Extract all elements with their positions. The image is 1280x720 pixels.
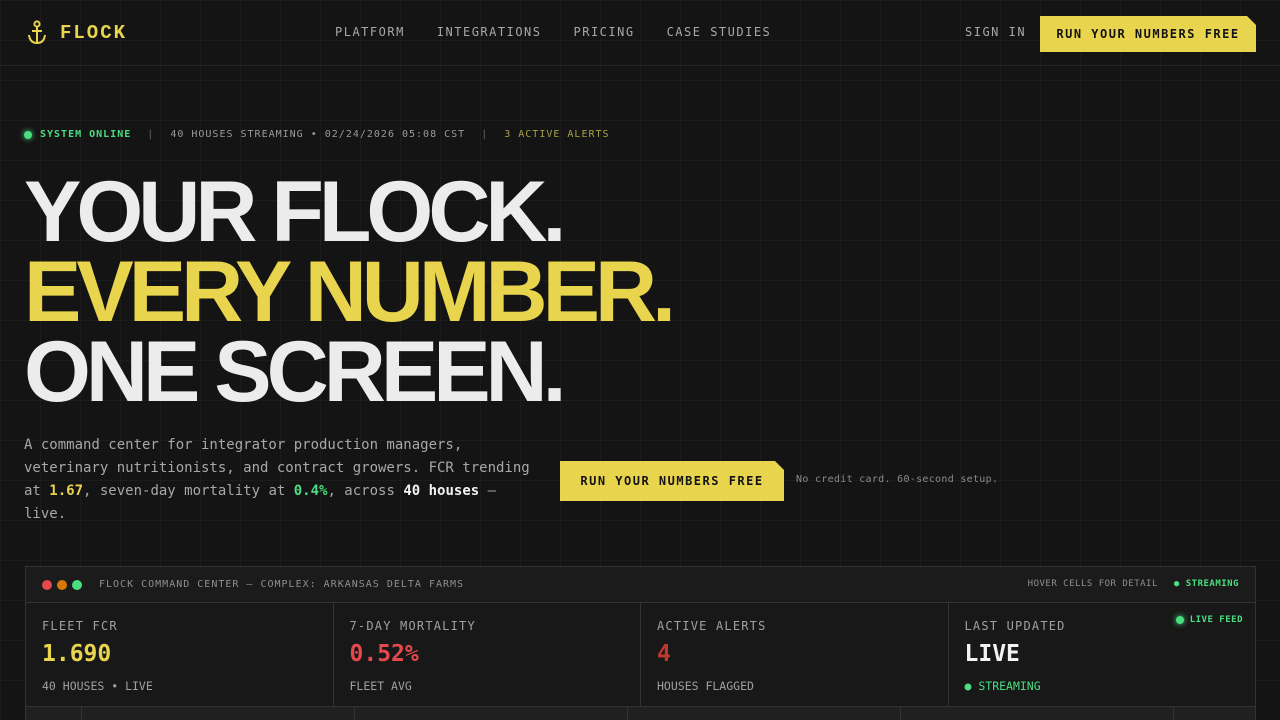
window-minimize-dot[interactable] (57, 579, 67, 590)
nav-cta-button[interactable]: RUN YOUR NUMBERS FREE (1040, 16, 1256, 52)
nav-links: PLATFORM INTEGRATIONS PRICING CASE STUDI… (335, 25, 771, 39)
stat-value: LIVE (964, 641, 1020, 667)
stat-value: 4 (657, 641, 671, 667)
stat-value: 0.52% (349, 641, 419, 667)
desc-text: , across (327, 483, 404, 499)
desc-text: , seven-day mortality at (83, 483, 294, 499)
hero-cta-button[interactable]: RUN YOUR NUMBERS FREE (560, 461, 784, 501)
status-alerts[interactable]: 3 ACTIVE ALERTS (504, 129, 609, 140)
grid-cell[interactable] (82, 707, 355, 720)
nav-link-integrations[interactable]: INTEGRATIONS (437, 25, 542, 39)
status-bar: SYSTEM ONLINE | 40 HOUSES STREAMING • 02… (24, 129, 610, 140)
panel-title: FLOCK COMMAND CENTER — COMPLEX: ARKANSAS… (99, 579, 465, 590)
stat-sub: HOUSES FLAGGED (657, 679, 754, 693)
stat-active-alerts[interactable]: ACTIVE ALERTS 4 HOUSES FLAGGED (641, 603, 949, 706)
cta-note: No credit card. 60-second setup. (796, 474, 999, 485)
stat-label: FLEET FCR (42, 619, 118, 633)
live-indicator (1175, 616, 1184, 624)
grid-cell[interactable] (901, 707, 1174, 720)
hero-line-1: YOUR FLOCK. (24, 164, 566, 260)
grid-cell[interactable] (1174, 707, 1255, 720)
command-center-panel: FLOCK COMMAND CENTER — COMPLEX: ARKANSAS… (25, 566, 1256, 720)
status-online: SYSTEM ONLINE (40, 129, 132, 140)
stat-mortality[interactable]: 7-DAY MORTALITY 0.52% FLEET AVG (334, 603, 641, 706)
house-grid-row (26, 707, 1255, 720)
stat-value: 1.690 (42, 641, 112, 667)
stat-label: 7-DAY MORTALITY (349, 619, 476, 633)
stat-label: ACTIVE ALERTS (657, 619, 767, 633)
nav-link-pricing[interactable]: PRICING (574, 25, 635, 39)
live-feed-badge: LIVE FEED (1175, 615, 1243, 625)
window-maximize-dot[interactable] (72, 579, 82, 590)
grid-cell[interactable] (628, 707, 901, 720)
top-nav: FLOCK PLATFORM INTEGRATIONS PRICING CASE… (0, 0, 1280, 66)
stat-fleet-fcr[interactable]: FLEET FCR 1.690 40 HOUSES • LIVE (26, 603, 334, 706)
brand-logo[interactable]: FLOCK (26, 20, 127, 46)
stat-last-updated[interactable]: LIVE FEED LAST UPDATED LIVE ● STREAMING (949, 603, 1256, 706)
hero-description: A command center for integrator producti… (24, 434, 544, 526)
online-indicator (24, 130, 32, 139)
desc-mortality: 0.4% (293, 483, 328, 499)
nav-link-platform[interactable]: PLATFORM (335, 25, 405, 39)
nav-link-case-studies[interactable]: CASE STUDIES (667, 25, 772, 39)
panel-header: FLOCK COMMAND CENTER — COMPLEX: ARKANSAS… (26, 567, 1255, 603)
streaming-badge: ● STREAMING (1173, 579, 1239, 589)
grid-cell[interactable] (355, 707, 628, 720)
status-separator: | (147, 129, 155, 140)
desc-fcr: 1.67 (49, 483, 84, 499)
hero-line-3: ONE SCREEN. (24, 324, 567, 420)
hero-headline: YOUR FLOCK. EVERY NUMBER. ONE SCREEN. (24, 164, 676, 420)
stat-sub: ● STREAMING (964, 679, 1041, 693)
stats-row: FLEET FCR 1.690 40 HOUSES • LIVE 7-DAY M… (26, 603, 1255, 707)
hover-hint: HOVER CELLS FOR DETAIL (1027, 579, 1158, 589)
grid-cell[interactable] (26, 707, 82, 720)
anchor-icon (28, 20, 46, 45)
desc-houses: 40 houses (403, 483, 480, 499)
status-streaming: 40 HOUSES STREAMING • 02/24/2026 05:08 C… (170, 129, 466, 140)
stat-sub: 40 HOUSES • LIVE (42, 679, 153, 693)
panel-meta: HOVER CELLS FOR DETAIL ● STREAMING (1028, 579, 1239, 589)
brand-name: FLOCK (60, 22, 128, 44)
stat-sub: FLEET AVG (349, 679, 412, 693)
status-separator: | (481, 129, 489, 140)
live-feed-label: LIVE FEED (1189, 615, 1243, 625)
hero-line-2: EVERY NUMBER. (24, 244, 676, 340)
window-close-dot[interactable] (42, 579, 52, 590)
sign-in-link[interactable]: SIGN IN (965, 25, 1026, 39)
